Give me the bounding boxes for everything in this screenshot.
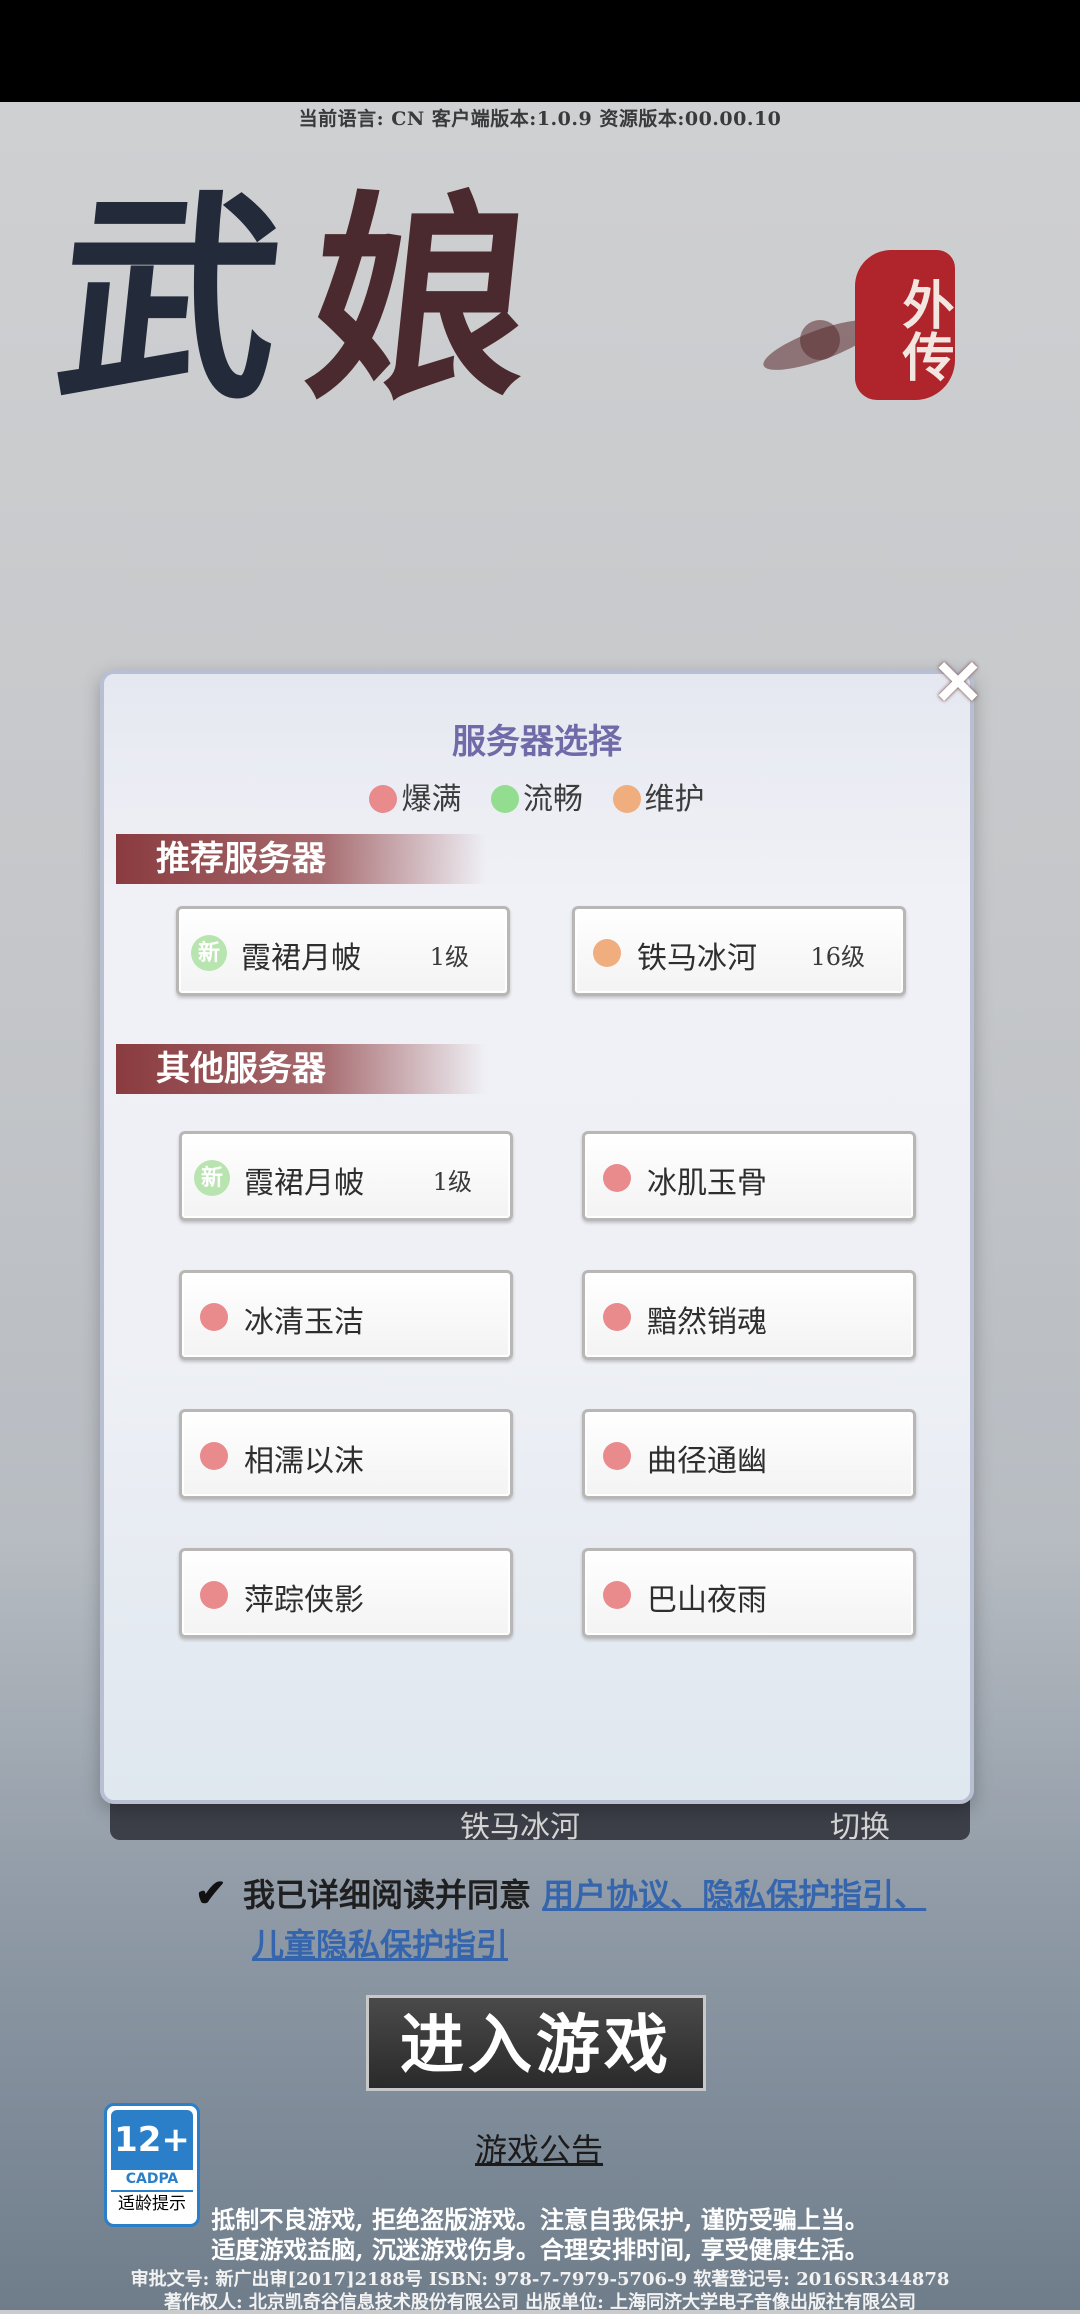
server-name: 相濡以沫 bbox=[244, 1444, 364, 1479]
logo-char-2: 娘 bbox=[296, 170, 574, 429]
legend-smooth: 流畅 bbox=[491, 774, 583, 818]
ink-splash bbox=[800, 320, 840, 360]
legend-maintenance: 维护 bbox=[612, 774, 705, 818]
agree-checkbox[interactable]: ✔ bbox=[195, 1874, 231, 1912]
server-level: 16级 bbox=[810, 943, 865, 971]
server-name: 霞裙月帔 bbox=[241, 941, 361, 976]
new-server-icon: 新 bbox=[194, 1160, 230, 1196]
dialog-title: 服务器选择 bbox=[452, 722, 622, 762]
server-item[interactable]: 相濡以沫 bbox=[179, 1409, 513, 1499]
agreement-text: 我已详细阅读并同意 bbox=[243, 1876, 543, 1914]
server-item[interactable]: 冰清玉洁 bbox=[179, 1270, 513, 1360]
game-notice-link[interactable]: 游戏公告 bbox=[475, 2125, 603, 2171]
maintenance-status-icon bbox=[593, 939, 621, 967]
server-switch-bar[interactable]: 铁马冰河 切换 bbox=[110, 1800, 970, 1845]
full-status-icon bbox=[603, 1442, 631, 1470]
server-name: 萍踪侠影 bbox=[244, 1583, 364, 1618]
version-info: 当前语言: CN 客户端版本:1.0.9 资源版本:00.00.10 bbox=[298, 108, 782, 130]
full-status-icon bbox=[603, 1164, 631, 1192]
server-name: 曲径通幽 bbox=[647, 1444, 767, 1479]
recommended-servers-header: 推荐服务器 bbox=[116, 834, 486, 884]
server-name: 铁马冰河 bbox=[637, 941, 757, 976]
other-servers-header: 其他服务器 bbox=[116, 1044, 486, 1094]
logo-seal: 外传 bbox=[855, 250, 955, 400]
server-name: 黯然销魂 bbox=[647, 1305, 767, 1340]
status-legend: 爆满 流畅 维护 bbox=[104, 774, 970, 818]
game-logo: 武娘 bbox=[46, 170, 573, 429]
server-name: 巴山夜雨 bbox=[647, 1583, 767, 1618]
agreement-row: ✔ 我已详细阅读并同意 用户协议、隐私保护指引、 bbox=[195, 1870, 926, 1916]
license-info-line-2: 著作权人: 北京凯奇谷信息技术股份有限公司 出版单位: 上海同济大学电子音像出版… bbox=[163, 2292, 917, 2313]
status-dot-icon bbox=[491, 785, 519, 813]
close-icon[interactable]: ✕ bbox=[930, 652, 986, 714]
health-notice-line-2: 适度游戏益脑, 沉迷游戏伤身。合理安排时间, 享受健康生活。 bbox=[211, 2235, 869, 2264]
age-rating-org: CADPA bbox=[125, 2171, 179, 2187]
server-select-dialog: 服务器选择 爆满 流畅 维护 推荐服务器 新 霞裙月帔 1级 铁马冰河 16级 … bbox=[100, 670, 974, 1804]
server-name: 冰肌玉骨 bbox=[647, 1166, 767, 1201]
server-item[interactable]: 巴山夜雨 bbox=[582, 1548, 916, 1638]
legend-full: 爆满 bbox=[369, 774, 461, 818]
logo-char-1: 武 bbox=[46, 170, 324, 429]
age-rating-number: 12+ bbox=[111, 2110, 193, 2170]
agreement-row-2: 儿童隐私保护指引 bbox=[252, 1920, 508, 1966]
full-status-icon bbox=[200, 1581, 228, 1609]
child-privacy-link[interactable]: 儿童隐私保护指引 bbox=[252, 1926, 508, 1964]
server-name: 霞裙月帔 bbox=[244, 1166, 364, 1201]
server-level: 1级 bbox=[429, 943, 469, 971]
current-server-name: 铁马冰河 bbox=[460, 1810, 580, 1845]
server-item[interactable]: 铁马冰河 16级 bbox=[572, 906, 906, 996]
server-item[interactable]: 萍踪侠影 bbox=[179, 1548, 513, 1638]
full-status-icon bbox=[603, 1303, 631, 1331]
server-name: 冰清玉洁 bbox=[244, 1305, 364, 1340]
server-level: 1级 bbox=[432, 1168, 472, 1196]
server-item[interactable]: 新 霞裙月帔 1级 bbox=[179, 1131, 513, 1221]
status-dot-icon bbox=[612, 785, 641, 813]
server-item[interactable]: 新 霞裙月帔 1级 bbox=[176, 906, 510, 996]
user-agreement-link[interactable]: 用户协议、隐私保护指引、 bbox=[542, 1876, 926, 1914]
enter-game-button[interactable]: 进入游戏 bbox=[366, 1995, 706, 2091]
server-item[interactable]: 冰肌玉骨 bbox=[582, 1131, 916, 1221]
full-status-icon bbox=[200, 1303, 228, 1331]
server-item[interactable]: 黯然销魂 bbox=[582, 1270, 916, 1360]
full-status-icon bbox=[200, 1442, 228, 1470]
status-dot-icon bbox=[369, 785, 398, 813]
server-item[interactable]: 曲径通幽 bbox=[582, 1409, 916, 1499]
status-bar bbox=[0, 0, 1080, 102]
new-server-icon: 新 bbox=[191, 935, 227, 971]
switch-server-button[interactable]: 切换 bbox=[830, 1802, 890, 1846]
full-status-icon bbox=[603, 1581, 631, 1609]
